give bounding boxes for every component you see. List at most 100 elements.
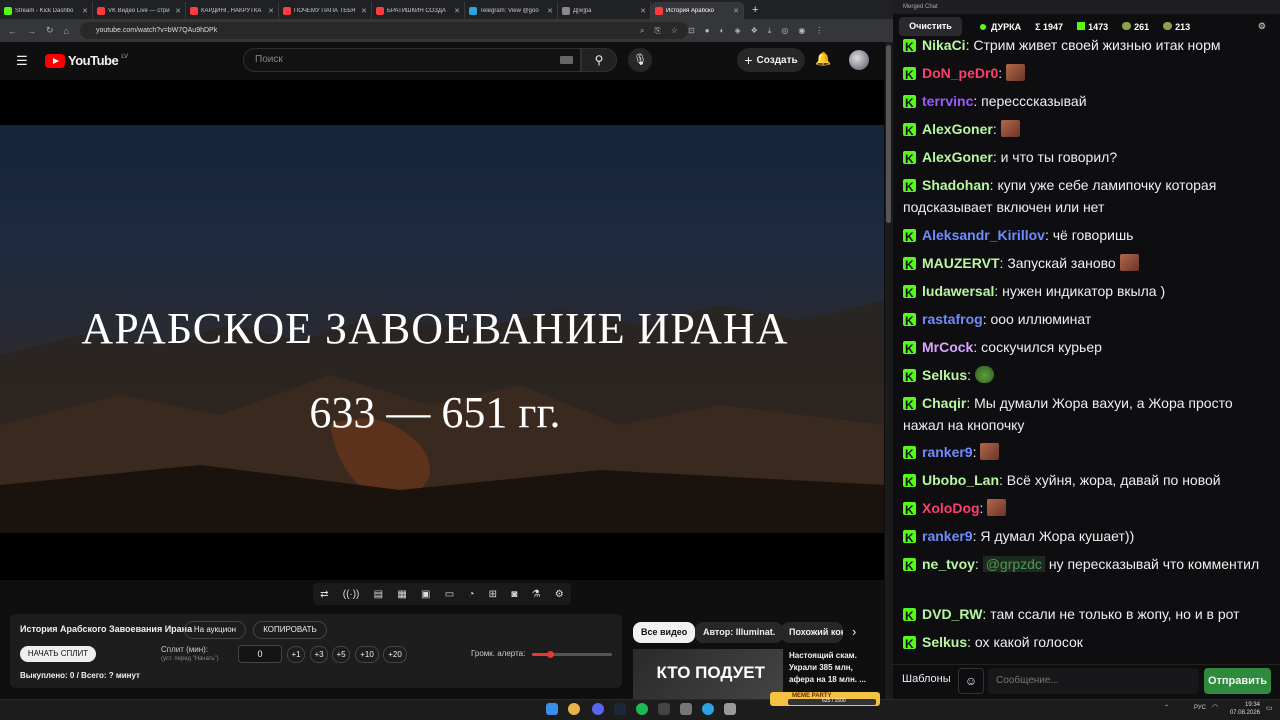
- browser-tab[interactable]: История Арабско ✕: [651, 2, 744, 19]
- split-increment-button[interactable]: +20: [383, 646, 407, 663]
- tab-close-icon[interactable]: ✕: [361, 7, 367, 15]
- avatar[interactable]: [849, 50, 869, 70]
- to-auction-button[interactable]: На аукцион: [184, 621, 246, 639]
- video-thumbnail[interactable]: КТО ПОДУЕТ: [633, 649, 783, 699]
- chat-username[interactable]: MAUZERVT: [922, 255, 1000, 271]
- chat-username[interactable]: AlexGoner: [922, 121, 993, 137]
- app-icon[interactable]: [680, 703, 692, 715]
- discord-icon[interactable]: [592, 703, 604, 715]
- language-indicator[interactable]: РУС: [1194, 705, 1206, 711]
- chat-username[interactable]: Shadohan: [922, 177, 990, 193]
- back-icon[interactable]: ←: [8, 26, 17, 36]
- keyboard-icon[interactable]: [560, 56, 573, 64]
- chat-username[interactable]: XoloDog: [922, 500, 980, 516]
- chat-username[interactable]: Selkus: [922, 634, 967, 650]
- browser-tab[interactable]: БРАТИШКИН СОЗДА ✕: [372, 2, 465, 19]
- chrome-icon[interactable]: [568, 703, 580, 715]
- tray-chevron-icon[interactable]: ⌃: [1164, 704, 1169, 711]
- chat-message-input[interactable]: Сообщение...: [988, 668, 1199, 694]
- chat-username[interactable]: ne_tvoy: [922, 556, 975, 572]
- broadcast-icon[interactable]: ((·)): [343, 589, 360, 600]
- picture-in-picture-icon[interactable]: ▣: [421, 589, 430, 600]
- send-button[interactable]: Отправить: [1204, 668, 1271, 694]
- extension-icon[interactable]: ◎: [781, 26, 788, 35]
- camera-icon[interactable]: ◙: [511, 589, 517, 600]
- download-icon[interactable]: ⤓: [768, 26, 772, 36]
- split-minutes-input[interactable]: 0: [238, 645, 282, 663]
- tab-close-icon[interactable]: ✕: [640, 7, 646, 15]
- clock[interactable]: 19:34 07.08.2026: [1226, 701, 1260, 717]
- chip-all-videos[interactable]: Все видео: [633, 622, 696, 643]
- chip-similar[interactable]: Похожий кон: [781, 622, 843, 643]
- hamburger-menu-icon[interactable]: ☰: [16, 53, 28, 69]
- copy-button[interactable]: КОПИРОВАТЬ: [253, 621, 327, 639]
- browser-tab[interactable]: Telegram: View @goo ✕: [465, 2, 558, 19]
- chat-username[interactable]: DoN_peDr0: [922, 65, 998, 81]
- extension-icon[interactable]: ⊡: [688, 26, 695, 35]
- chat-username[interactable]: Selkus: [922, 367, 967, 383]
- browser-tab[interactable]: ПОЧЕМУ ПАПА ТЕБЯ ✕: [279, 2, 372, 19]
- speed-icon[interactable]: ◔: [468, 589, 474, 600]
- new-tab-button[interactable]: +: [744, 2, 766, 19]
- tab-close-icon[interactable]: ✕: [547, 7, 553, 15]
- flask-icon[interactable]: ⚗: [532, 589, 541, 600]
- split-increment-button[interactable]: +1: [287, 646, 305, 663]
- chat-settings-icon[interactable]: ⚙: [1258, 21, 1266, 32]
- chat-mention[interactable]: @grpzdc: [982, 556, 1045, 572]
- forward-icon[interactable]: →: [27, 26, 36, 36]
- templates-button[interactable]: Шаблоны: [902, 673, 951, 685]
- chip-author[interactable]: Автор: Illuminat.: [695, 622, 784, 643]
- chat-username[interactable]: Ubobo_Lan: [922, 472, 999, 488]
- film-strip-icon[interactable]: ▭: [445, 589, 454, 600]
- screen-settings-icon[interactable]: ▤: [374, 589, 383, 600]
- youtube-logo[interactable]: YouTube LV: [45, 53, 128, 68]
- extension-icon[interactable]: ◐: [720, 26, 725, 35]
- menu-dots-icon[interactable]: ⋮: [815, 26, 823, 35]
- clapper-icon[interactable]: ▦: [397, 589, 406, 600]
- steam-icon[interactable]: [614, 703, 626, 715]
- browser-tab[interactable]: VK Видео Live — стри ✕: [93, 2, 186, 19]
- share-icon[interactable]: ⎘: [654, 26, 660, 36]
- bookmark-star-icon[interactable]: ☆: [671, 26, 678, 35]
- chat-username[interactable]: AlexGoner: [922, 149, 993, 165]
- windows-start-icon[interactable]: [546, 703, 558, 715]
- video-player[interactable]: АРАБСКОЕ ЗАВОЕВАНИЕ ИРАНА 633 — 651 гг.: [0, 80, 884, 580]
- gear-icon[interactable]: ⚙: [555, 589, 564, 600]
- start-split-button[interactable]: НАЧАТЬ СПЛИТ: [20, 646, 96, 662]
- meme-party-widget[interactable]: MEME PARTY 625 / 1500: [770, 692, 880, 706]
- loop-icon[interactable]: ⇄: [320, 589, 328, 600]
- browser-tab[interactable]: КАРДИНГ, НАКРУТКА ✕: [186, 2, 279, 19]
- chat-username[interactable]: ranker9: [922, 528, 973, 544]
- chat-username[interactable]: rastafrog: [922, 311, 983, 327]
- chat-username[interactable]: DVD_RW: [922, 606, 982, 622]
- app-icon[interactable]: [724, 703, 736, 715]
- extension-icon[interactable]: ◈: [734, 26, 740, 35]
- split-increment-button[interactable]: +3: [310, 646, 328, 663]
- volume-slider[interactable]: [532, 651, 612, 658]
- chat-username[interactable]: ludawersal: [922, 283, 994, 299]
- browser-tab[interactable]: Stream - Kick Dashbo ✕: [0, 2, 93, 19]
- split-increment-button[interactable]: +10: [355, 646, 379, 663]
- reload-icon[interactable]: ↻: [46, 25, 54, 36]
- extension-icon[interactable]: ❖: [751, 26, 758, 35]
- create-button[interactable]: + Создать: [737, 48, 805, 72]
- split-increment-button[interactable]: +5: [332, 646, 350, 663]
- tab-close-icon[interactable]: ✕: [454, 7, 460, 15]
- emoji-icon[interactable]: ☺: [958, 668, 984, 694]
- recommended-video-title[interactable]: Настоящий скам. Украли 385 млн, афера на…: [789, 650, 873, 686]
- search-input[interactable]: Поиск: [243, 48, 581, 72]
- extension-icon[interactable]: ◉: [798, 26, 805, 35]
- zoom-icon[interactable]: ⌕: [640, 26, 644, 36]
- chat-username[interactable]: ranker9: [922, 444, 973, 460]
- chat-username[interactable]: Aleksandr_Kirillov: [922, 227, 1045, 243]
- page-scrollbar-thumb[interactable]: [886, 45, 891, 223]
- chat-username[interactable]: NikaCi: [922, 37, 966, 53]
- obs-icon[interactable]: [658, 703, 670, 715]
- notifications-bell-icon[interactable]: 🔔: [815, 51, 831, 67]
- search-button[interactable]: ⚲: [581, 48, 617, 72]
- volume-slider-thumb[interactable]: [546, 651, 554, 658]
- telegram-icon[interactable]: [702, 703, 714, 715]
- url-field[interactable]: youtube.com/watch?v=bW7QAu9hDPk: [80, 22, 688, 39]
- browser-tab[interactable]: Д[w]ра ✕: [558, 2, 651, 19]
- profile-icon[interactable]: ●: [705, 26, 710, 35]
